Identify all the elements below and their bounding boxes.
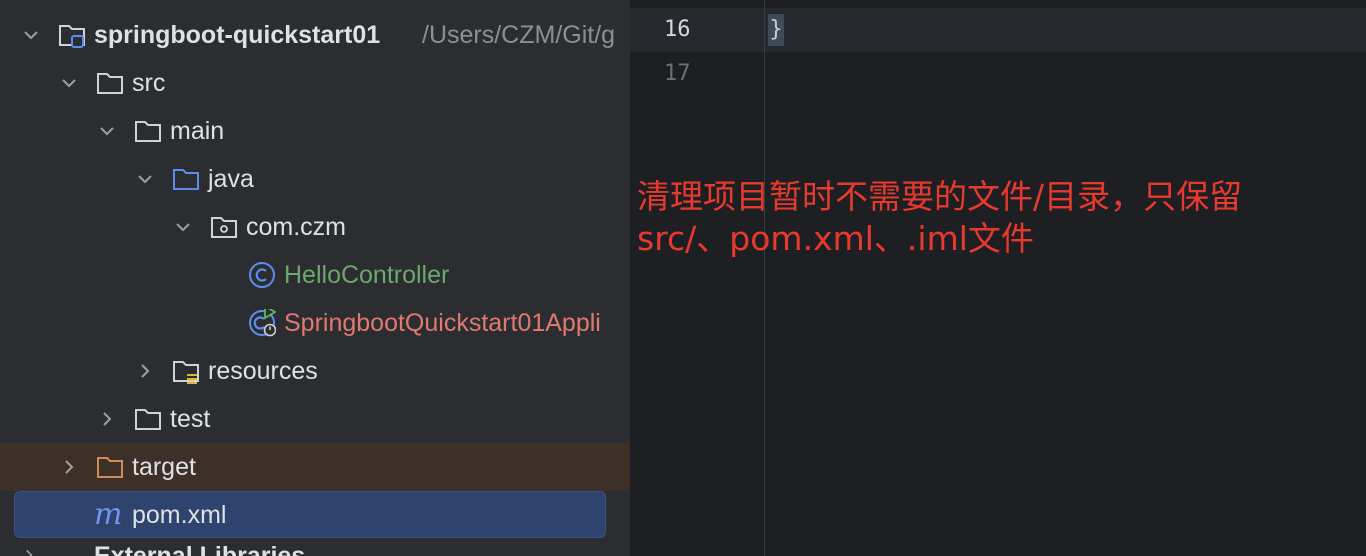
tree-row-resources[interactable]: resources	[0, 347, 630, 395]
partial-row-below: External Libraries	[20, 542, 340, 556]
gutter-separator	[764, 0, 765, 556]
current-line-highlight	[630, 8, 1366, 52]
tree-label-resources: resources	[208, 357, 318, 385]
module-folder-icon	[59, 25, 85, 48]
tree-row-src[interactable]: src	[0, 59, 630, 107]
tree-row-package[interactable]: com.czm	[0, 203, 630, 251]
chevron-down-icon[interactable]	[136, 170, 154, 188]
tree-label-pom: pom.xml	[132, 501, 227, 529]
tree-row-application[interactable]: SpringbootQuickstart01Appli	[0, 299, 630, 347]
chevron-down-icon[interactable]	[60, 74, 78, 92]
tree-label-main: main	[170, 117, 225, 145]
module-path: /Users/CZM/Git/g	[422, 21, 616, 49]
chevron-down-icon[interactable]	[174, 218, 192, 236]
tree-label-package: com.czm	[246, 213, 346, 241]
chevron-right-icon	[26, 549, 33, 556]
tree-label-target: target	[132, 453, 196, 481]
tree-label-hello-controller: HelloController	[284, 261, 450, 289]
chevron-right-icon[interactable]	[60, 458, 78, 476]
tree-row-java[interactable]: java	[0, 155, 630, 203]
tree-label-test: test	[170, 405, 211, 433]
annotation-line-2: src/、pom.xml、.iml文件	[637, 219, 1034, 258]
excluded-folder-icon	[97, 457, 123, 478]
closing-brace: }	[768, 14, 784, 46]
tree-row-main[interactable]: main	[0, 107, 630, 155]
package-icon	[211, 217, 237, 238]
source-root-folder-icon	[173, 169, 199, 190]
tree-label-application: SpringbootQuickstart01Appli	[284, 309, 601, 337]
tree-label-java: java	[208, 165, 254, 193]
tree-row-target[interactable]: target	[0, 443, 630, 491]
tree-row-module-root[interactable]: springboot-quickstart01 /Users/CZM/Git/g	[0, 11, 630, 59]
maven-icon: m	[94, 497, 123, 532]
chevron-down-icon[interactable]	[22, 26, 40, 44]
tree-label-src: src	[132, 69, 166, 97]
class-icon	[249, 262, 275, 288]
partial-row-above	[60, 0, 630, 6]
tree-row-hello-controller[interactable]: HelloController	[0, 251, 630, 299]
tree-row-pom[interactable]: m pom.xml	[0, 491, 630, 539]
line-number: 16	[664, 17, 691, 42]
module-name: springboot-quickstart01	[94, 21, 381, 49]
line-number: 17	[664, 61, 691, 86]
tree-row-test[interactable]: test	[0, 395, 630, 443]
tree-label-external-libraries: External Libraries	[94, 542, 306, 556]
folder-icon	[97, 73, 123, 94]
annotation-line-1: 清理项目暂时不需要的文件/目录，只保留	[637, 177, 1243, 216]
project-tool-window: springboot-quickstart01 /Users/CZM/Git/g…	[0, 0, 630, 556]
chevron-right-icon[interactable]	[136, 362, 154, 380]
chevron-down-icon[interactable]	[98, 122, 116, 140]
chevron-right-icon[interactable]	[98, 410, 116, 428]
folder-icon	[135, 409, 161, 430]
code-editor[interactable]: 16 17 } 清理项目暂时不需要的文件/目录，只保留 src/、pom.xml…	[630, 0, 1366, 556]
spring-boot-app-icon	[249, 309, 276, 337]
folder-icon	[135, 121, 161, 142]
resources-folder-icon	[173, 361, 199, 384]
red-annotation: 清理项目暂时不需要的文件/目录，只保留 src/、pom.xml、.iml文件	[637, 176, 1357, 260]
